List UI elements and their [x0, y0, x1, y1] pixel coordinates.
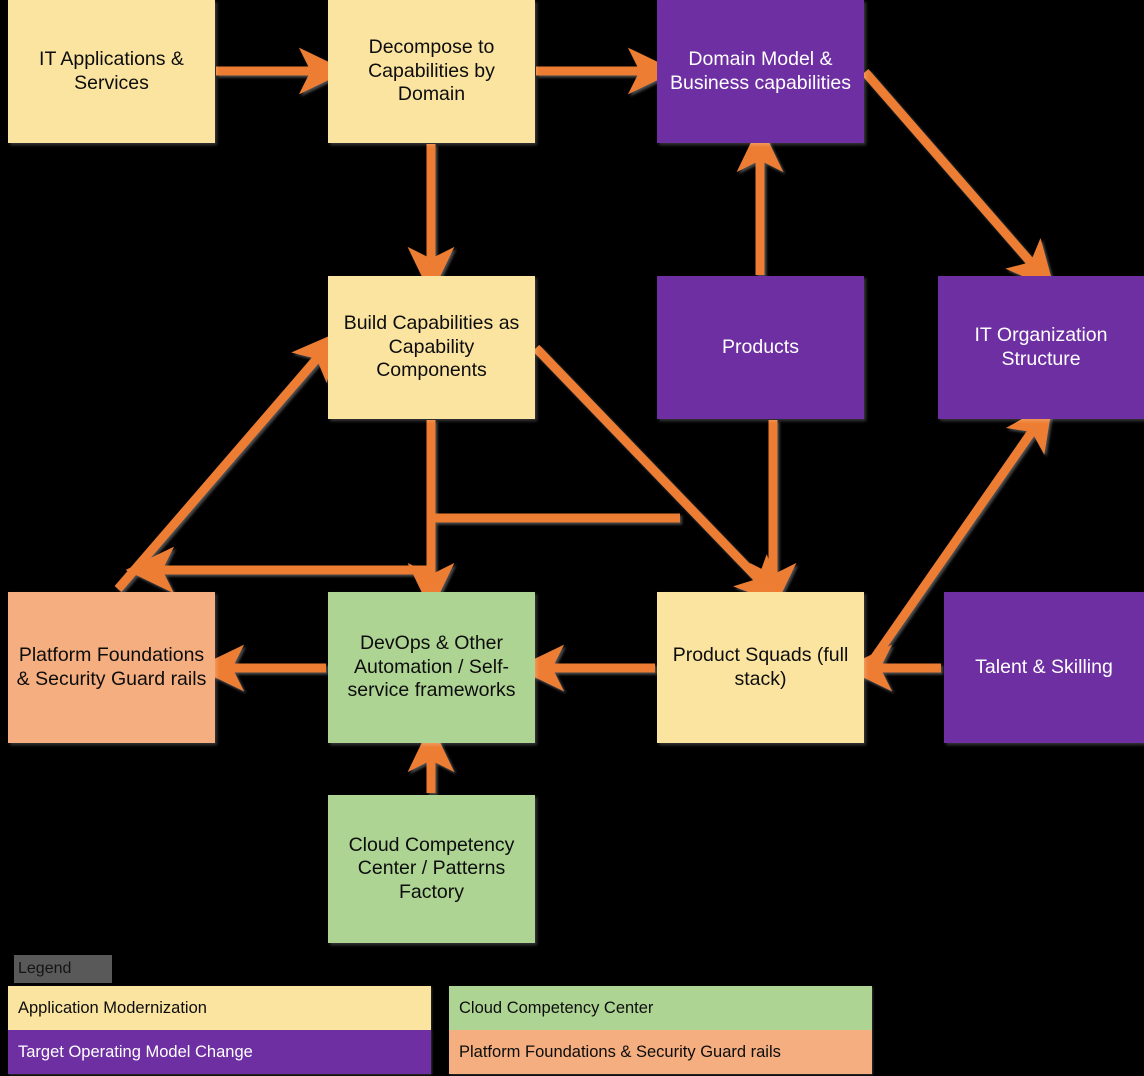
node-label: Cloud Competency Center / Patterns Facto… — [348, 833, 515, 903]
node-label: Domain Model & Business capabilities — [669, 48, 851, 94]
node-label: Build Capabilities as Capability Compone… — [343, 312, 520, 382]
node-product-squads-full-stack[interactable]: Product Squads (full stack) — [657, 592, 864, 743]
node-talent-skilling[interactable]: Talent & Skilling — [944, 592, 1144, 743]
legend-item-label: Application Modernization — [18, 998, 207, 1017]
node-products[interactable]: Products — [657, 276, 864, 419]
edge-platform-foundations-to-build-capabilities — [114, 330, 341, 592]
node-label: Products — [722, 335, 799, 358]
node-build-capabilities-as-components[interactable]: Build Capabilities as Capability Compone… — [328, 276, 535, 419]
node-platform-foundations-security-guard-rails[interactable]: Platform Foundations & Security Guard ra… — [8, 592, 215, 743]
legend-item-label: Platform Foundations & Security Guard ra… — [459, 1042, 781, 1061]
node-domain-model-business-capabilities[interactable]: Domain Model & Business capabilities — [657, 0, 864, 143]
legend-item-cloud-competency-center: Cloud Competency Center — [449, 986, 872, 1030]
legend-item-platform-foundations: Platform Foundations & Security Guard ra… — [449, 1030, 872, 1074]
node-it-applications-services[interactable]: IT Applications & Services — [8, 0, 215, 143]
legend-item-label: Cloud Competency Center — [459, 998, 654, 1017]
legend-item-target-operating-model-change: Target Operating Model Change — [8, 1030, 431, 1074]
node-decompose-to-capabilities[interactable]: Decompose to Capabilities by Domain — [328, 0, 535, 143]
node-devops-other-automation[interactable]: DevOps & Other Automation / Self-service… — [328, 592, 535, 743]
legend-item-label: Target Operating Model Change — [18, 1042, 253, 1061]
diagram-canvas: IT Applications & Services Decompose to … — [0, 0, 1144, 1076]
node-label: Platform Foundations & Security Guard ra… — [16, 644, 207, 690]
node-label: DevOps & Other Automation / Self-service… — [347, 632, 516, 702]
legend-item-application-modernization: Application Modernization — [8, 986, 431, 1030]
node-label: Decompose to Capabilities by Domain — [368, 36, 495, 106]
node-label: IT Applications & Services — [39, 48, 184, 94]
node-it-organization-structure[interactable]: IT Organization Structure — [938, 276, 1144, 419]
legend: Legend Application Modernization Cloud C… — [8, 955, 874, 1076]
legend-title: Legend — [14, 955, 112, 983]
edge-devops-to-platform-top — [125, 546, 436, 594]
node-label: IT Organization Structure — [974, 324, 1108, 370]
node-label: Talent & Skilling — [975, 655, 1113, 678]
edge-domain-model-to-it-org-structure — [861, 69, 1055, 290]
node-cloud-competency-center-patterns-factory[interactable]: Cloud Competency Center / Patterns Facto… — [328, 795, 535, 943]
connector-layer — [114, 47, 1055, 793]
node-label: Product Squads (full stack) — [672, 644, 849, 690]
